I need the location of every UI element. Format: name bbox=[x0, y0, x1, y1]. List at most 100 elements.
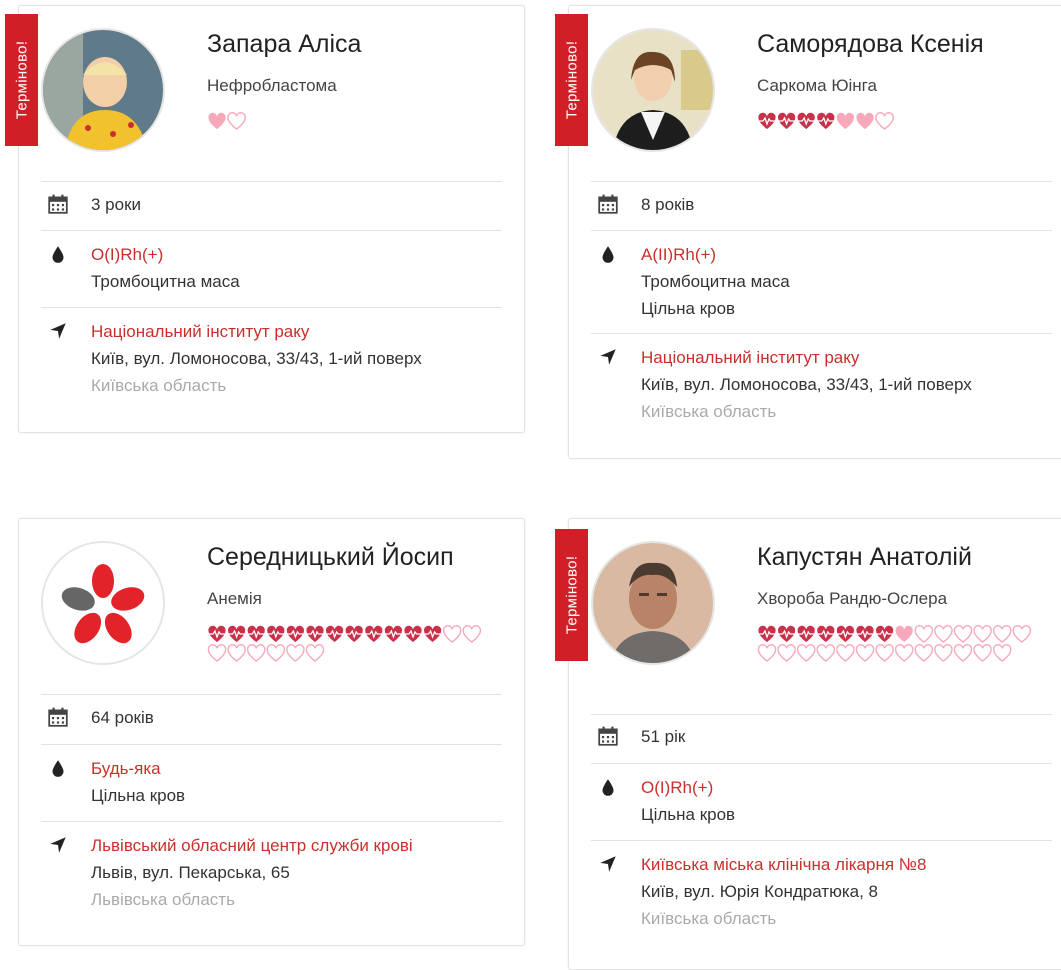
heart-empty-icon bbox=[973, 625, 992, 643]
heart-empty-icon bbox=[836, 644, 855, 662]
blood-drop-icon bbox=[602, 246, 614, 263]
blood-drop-icon bbox=[52, 760, 64, 777]
heart-empty-icon bbox=[992, 644, 1012, 662]
heart-filled-icon bbox=[286, 625, 304, 642]
hospital-link[interactable]: Національний інститут раку bbox=[91, 318, 309, 345]
heart-filled-icon bbox=[208, 625, 226, 642]
patient-name[interactable]: Запара Аліса bbox=[207, 30, 361, 59]
heart-empty-icon bbox=[442, 625, 462, 643]
hospital-link[interactable]: Київська міська клінічна лікарня №8 bbox=[641, 851, 926, 878]
heart-empty-icon bbox=[973, 644, 992, 662]
heart-empty-icon bbox=[914, 625, 934, 643]
heart-empty-icon bbox=[266, 644, 286, 662]
hospital-region: Львівська область bbox=[91, 890, 235, 909]
heart-empty-icon bbox=[953, 625, 973, 643]
blood-component: Тромбоцитна маса bbox=[641, 272, 790, 291]
heart-filled-icon bbox=[797, 625, 815, 642]
avatar[interactable] bbox=[591, 541, 715, 665]
donation-hearts bbox=[207, 625, 485, 665]
heart-filled-icon bbox=[326, 625, 344, 642]
heart-filled-icon bbox=[817, 112, 835, 129]
blood-type: Будь-яка bbox=[91, 759, 161, 778]
heart-filled-icon bbox=[306, 625, 324, 642]
blood-drop-icon bbox=[52, 246, 64, 263]
heart-pink-icon bbox=[836, 112, 854, 129]
heart-empty-icon bbox=[246, 644, 266, 662]
diagnosis: Нефробластома bbox=[207, 76, 337, 95]
heart-empty-icon bbox=[855, 644, 875, 662]
calendar-icon bbox=[48, 194, 68, 214]
heart-filled-icon bbox=[247, 625, 265, 642]
patient-name[interactable]: Капустян Анатолій bbox=[757, 543, 972, 572]
heart-empty-icon bbox=[207, 644, 227, 662]
patient-age: 3 роки bbox=[91, 195, 142, 214]
diagnosis: Хвороба Рандю-Ослера bbox=[757, 589, 948, 608]
heart-filled-icon bbox=[228, 625, 246, 642]
hospital-link[interactable]: Львівський обласний центр служби крові bbox=[91, 832, 413, 859]
heart-pink-icon bbox=[856, 112, 874, 129]
heart-empty-icon bbox=[1012, 625, 1032, 643]
heart-filled-icon bbox=[817, 625, 835, 642]
heart-filled-icon bbox=[778, 625, 796, 642]
hospital-address: Львів, вул. Пекарська, 65 bbox=[91, 863, 290, 882]
patient-name[interactable]: Середницький Йосип bbox=[207, 543, 454, 572]
heart-empty-icon bbox=[286, 644, 305, 662]
heart-filled-icon bbox=[345, 625, 363, 642]
heart-filled-icon bbox=[797, 112, 815, 129]
heart-filled-icon bbox=[778, 112, 796, 129]
location-arrow-icon bbox=[50, 323, 66, 339]
heart-filled-icon bbox=[365, 625, 383, 642]
heart-filled-icon bbox=[758, 112, 776, 129]
heart-empty-icon bbox=[757, 644, 777, 662]
hospital-region: Київська область bbox=[641, 909, 777, 928]
patient-card[interactable]: Середницький Йосип Анемія 64 років Будь-… bbox=[18, 518, 525, 946]
urgent-badge: Терміново! bbox=[555, 14, 588, 146]
heart-empty-icon bbox=[777, 644, 796, 662]
patient-card[interactable]: Терміново! Капустян Анатолій Хвороба Ран… bbox=[555, 518, 1061, 970]
patient-name[interactable]: Саморядова Ксенія bbox=[757, 30, 984, 59]
location-arrow-icon bbox=[600, 856, 616, 872]
heart-filled-icon bbox=[267, 625, 285, 642]
hospital-region: Київська область bbox=[91, 376, 227, 395]
heart-empty-icon bbox=[462, 625, 482, 643]
hospital-address: Київ, вул. Ломоносова, 33/43, 1-ий повер… bbox=[641, 375, 972, 394]
heart-empty-icon bbox=[914, 644, 934, 662]
heart-empty-icon bbox=[992, 625, 1012, 643]
hospital-region: Київська область bbox=[641, 402, 777, 421]
blood-type: O(I)Rh(+) bbox=[641, 778, 714, 797]
blood-component: Цільна кров bbox=[641, 299, 736, 318]
donation-hearts bbox=[757, 625, 1035, 665]
blood-component: Тромбоцитна маса bbox=[91, 272, 240, 291]
heart-empty-icon bbox=[894, 644, 914, 662]
heart-empty-icon bbox=[875, 644, 894, 662]
heart-filled-icon bbox=[758, 625, 776, 642]
heart-empty-icon bbox=[227, 644, 246, 662]
calendar-icon bbox=[598, 726, 618, 746]
diagnosis: Саркома Юінга bbox=[757, 76, 877, 95]
heart-empty-icon bbox=[816, 644, 836, 662]
patient-age: 8 років bbox=[641, 195, 695, 214]
urgent-badge: Терміново! bbox=[555, 529, 588, 661]
heart-empty-icon bbox=[875, 112, 894, 130]
donor-logo-icon bbox=[43, 543, 163, 663]
blood-component: Цільна кров bbox=[641, 805, 736, 824]
calendar-icon bbox=[48, 707, 68, 727]
patient-age: 51 рік bbox=[641, 727, 686, 746]
heart-pink-icon bbox=[895, 625, 913, 642]
avatar[interactable] bbox=[591, 28, 715, 152]
donation-hearts bbox=[757, 112, 898, 133]
patient-card[interactable]: Терміново! Запара Аліса Нефробластома 3 … bbox=[5, 5, 525, 433]
diagnosis: Анемія bbox=[207, 589, 262, 608]
avatar[interactable] bbox=[41, 28, 165, 152]
heart-filled-icon bbox=[856, 625, 874, 642]
heart-empty-icon bbox=[934, 644, 953, 662]
hospital-link[interactable]: Національний інститут раку bbox=[641, 344, 859, 371]
patient-card[interactable]: Терміново! Саморядова Ксенія Саркома Юін… bbox=[555, 5, 1061, 459]
urgent-badge: Терміново! bbox=[5, 14, 38, 146]
calendar-icon bbox=[598, 194, 618, 214]
avatar[interactable] bbox=[41, 541, 165, 665]
heart-empty-icon bbox=[796, 644, 816, 662]
blood-drop-icon bbox=[602, 779, 614, 796]
hospital-address: Київ, вул. Ломоносова, 33/43, 1-ий повер… bbox=[91, 349, 422, 368]
heart-empty-icon bbox=[305, 644, 325, 662]
